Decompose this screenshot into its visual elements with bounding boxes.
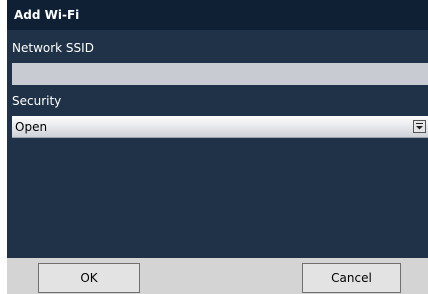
add-wifi-dialog: Add Wi-Fi Network SSID Security Open OK … — [7, 0, 428, 294]
chevron-down-icon[interactable] — [413, 120, 426, 133]
dialog-footer: OK Cancel — [7, 258, 428, 294]
network-ssid-label: Network SSID — [12, 41, 94, 55]
security-selected-value: Open — [15, 120, 48, 134]
ok-button[interactable]: OK — [38, 263, 140, 293]
cancel-button[interactable]: Cancel — [302, 263, 401, 293]
security-label: Security — [12, 94, 62, 108]
security-select[interactable]: Open — [12, 116, 428, 138]
network-ssid-input[interactable] — [12, 63, 428, 85]
dialog-title: Add Wi-Fi — [7, 0, 428, 30]
